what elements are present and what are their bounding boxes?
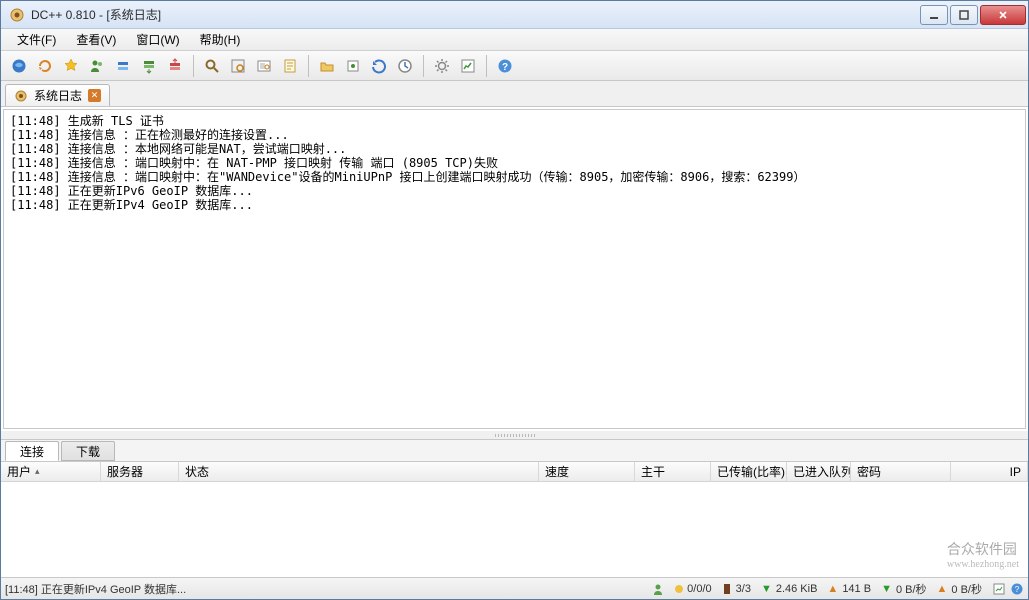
menu-window[interactable]: 窗口(W) bbox=[126, 29, 189, 50]
queue-icon[interactable] bbox=[111, 54, 135, 78]
close-button[interactable] bbox=[980, 5, 1026, 25]
status-icons: ? bbox=[992, 582, 1024, 596]
menu-view[interactable]: 查看(V) bbox=[66, 29, 126, 50]
col-ip[interactable]: IP bbox=[951, 462, 1028, 481]
transfers-panel: 连接 下载 用户 服务器 状态 速度 主干 已传输(比率) 已进入队列 密码 I… bbox=[1, 439, 1028, 577]
app-icon bbox=[9, 7, 25, 23]
help-icon[interactable]: ? bbox=[493, 54, 517, 78]
toolbar-separator bbox=[308, 55, 309, 77]
status-uploaded: ▲141 B bbox=[827, 583, 871, 595]
toolbar: ? bbox=[1, 51, 1028, 81]
minimize-button[interactable] bbox=[920, 5, 948, 25]
menubar: 文件(F) 查看(V) 窗口(W) 帮助(H) bbox=[1, 29, 1028, 51]
log-line: [11:48] 连接信息 ：端口映射中：在"WANDevice"设备的MiniU… bbox=[10, 170, 1019, 184]
recent-icon[interactable] bbox=[393, 54, 417, 78]
col-trunk[interactable]: 主干 bbox=[635, 462, 711, 481]
transfer-tabs: 连接 下载 bbox=[1, 440, 1028, 462]
log-line: [11:48] 生成新 TLS 证书 bbox=[10, 114, 1019, 128]
refresh-icon[interactable] bbox=[367, 54, 391, 78]
toolbar-separator bbox=[423, 55, 424, 77]
transfer-list[interactable] bbox=[1, 482, 1028, 577]
statusbar: [11:48] 正在更新IPv4 GeoIP 数据库... 0/0/0 3/3 … bbox=[1, 577, 1028, 599]
window-title: DC++ 0.810 - [系统日志] bbox=[31, 6, 918, 23]
tab-icon bbox=[14, 89, 28, 103]
window-controls bbox=[918, 5, 1026, 25]
menu-help[interactable]: 帮助(H) bbox=[190, 29, 251, 50]
menu-file[interactable]: 文件(F) bbox=[7, 29, 66, 50]
transfer-columns: 用户 服务器 状态 速度 主干 已传输(比率) 已进入队列 密码 IP bbox=[1, 462, 1028, 482]
open-list-icon[interactable] bbox=[315, 54, 339, 78]
status-slots: 0/0/0 bbox=[675, 583, 711, 595]
settings-icon[interactable] bbox=[430, 54, 454, 78]
finished-dl-icon[interactable] bbox=[137, 54, 161, 78]
col-status[interactable]: 状态 bbox=[179, 462, 539, 481]
maximize-button[interactable] bbox=[950, 5, 978, 25]
status-downspeed: ▼0 B/秒 bbox=[881, 581, 926, 597]
tab-system-log[interactable]: 系统日志 ✕ bbox=[5, 84, 110, 106]
toolbar-separator bbox=[193, 55, 194, 77]
status-message: [11:48] 正在更新IPv4 GeoIP 数据库... bbox=[5, 581, 641, 597]
col-transferred[interactable]: 已传输(比率) bbox=[711, 462, 787, 481]
adl-search-icon[interactable] bbox=[226, 54, 250, 78]
col-user[interactable]: 用户 bbox=[1, 462, 101, 481]
status-downloaded: ▼2.46 KiB bbox=[761, 583, 817, 595]
favorites-icon[interactable] bbox=[59, 54, 83, 78]
spy-icon[interactable] bbox=[252, 54, 276, 78]
log-line: [11:48] 连接信息 ：本地网络可能是NAT，尝试端口映射... bbox=[10, 142, 1019, 156]
toolbar-separator bbox=[486, 55, 487, 77]
search-icon[interactable] bbox=[200, 54, 224, 78]
svg-text:?: ? bbox=[502, 62, 508, 73]
status-away[interactable] bbox=[651, 582, 665, 596]
reconnect-icon[interactable] bbox=[33, 54, 57, 78]
status-upspeed: ▲0 B/秒 bbox=[937, 581, 982, 597]
col-server[interactable]: 服务器 bbox=[101, 462, 179, 481]
home-icon[interactable] bbox=[7, 54, 31, 78]
app-window: DC++ 0.810 - [系统日志] 文件(F) 查看(V) 窗口(W) 帮助… bbox=[0, 0, 1029, 600]
col-queued[interactable]: 已进入队列 bbox=[787, 462, 851, 481]
stats-icon[interactable] bbox=[456, 54, 480, 78]
tab-close-icon[interactable]: ✕ bbox=[88, 89, 101, 102]
log-line: [11:48] 连接信息 ：端口映射中：在 NAT-PMP 接口映射 传输 端口… bbox=[10, 156, 1019, 170]
log-line: [11:48] 正在更新IPv6 GeoIP 数据库... bbox=[10, 184, 1019, 198]
log-area[interactable]: [11:48] 生成新 TLS 证书[11:48] 连接信息 ：正在检测最好的连… bbox=[3, 109, 1026, 429]
log-line: [11:48] 正在更新IPv4 GeoIP 数据库... bbox=[10, 198, 1019, 212]
tab-label: 系统日志 bbox=[34, 87, 82, 104]
finished-ul-icon[interactable] bbox=[163, 54, 187, 78]
status-hubs: 3/3 bbox=[722, 583, 751, 595]
col-cipher[interactable]: 密码 bbox=[851, 462, 951, 481]
notepad-icon[interactable] bbox=[278, 54, 302, 78]
log-line: [11:48] 连接信息 ：正在检测最好的连接设置... bbox=[10, 128, 1019, 142]
own-list-icon[interactable] bbox=[341, 54, 365, 78]
document-tabbar: 系统日志 ✕ bbox=[1, 81, 1028, 107]
splitter-grip[interactable] bbox=[1, 431, 1028, 439]
col-speed[interactable]: 速度 bbox=[539, 462, 635, 481]
svg-text:?: ? bbox=[1015, 585, 1020, 594]
tab-downloads[interactable]: 下载 bbox=[61, 441, 115, 461]
users-icon[interactable] bbox=[85, 54, 109, 78]
titlebar: DC++ 0.810 - [系统日志] bbox=[1, 1, 1028, 29]
tab-connections[interactable]: 连接 bbox=[5, 441, 59, 461]
